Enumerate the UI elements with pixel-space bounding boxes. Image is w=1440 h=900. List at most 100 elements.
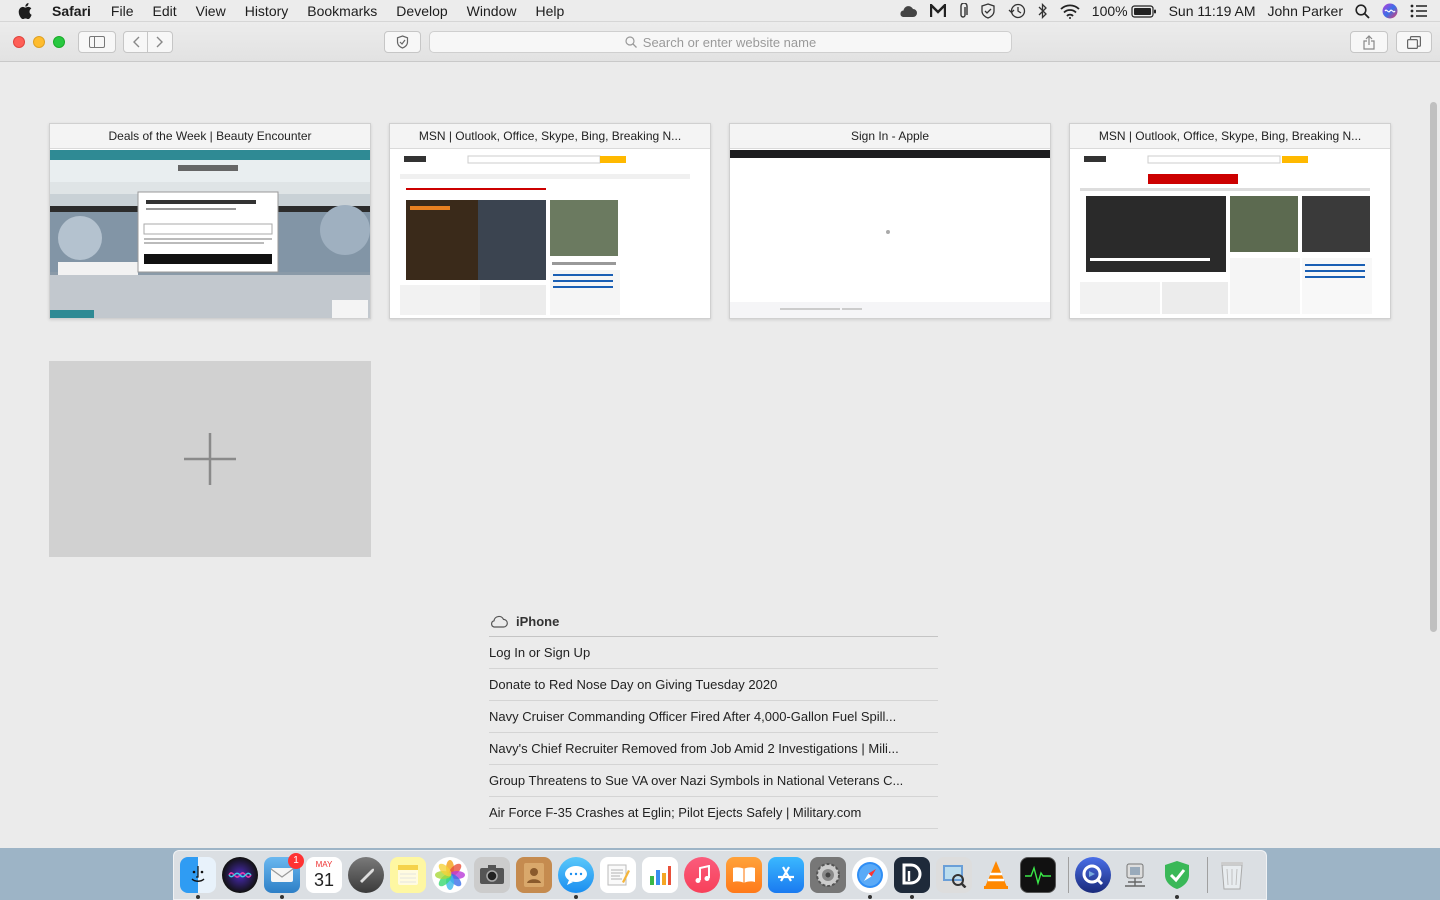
menu-clock[interactable]: Sun 11:19 AM	[1169, 3, 1256, 19]
tab-preview-image	[730, 150, 1050, 318]
chevron-left-icon	[132, 36, 139, 48]
contacts-icon[interactable]	[516, 857, 552, 893]
icloud-tab-link[interactable]: Log In or Sign Up	[489, 637, 938, 669]
icloud-device-header: iPhone	[489, 607, 938, 637]
dashlane-icon[interactable]	[894, 857, 930, 899]
calendar-day: 31	[313, 870, 335, 890]
notes-icon[interactable]	[390, 857, 426, 893]
share-icon	[1363, 34, 1375, 50]
show-all-tabs-button[interactable]	[1396, 31, 1432, 53]
wifi-icon[interactable]	[1060, 4, 1080, 19]
tab-thumbnail-apple-sign-in[interactable]: Sign In - Apple	[729, 123, 1051, 319]
menu-edit[interactable]: Edit	[152, 3, 176, 19]
tab-title: MSN | Outlook, Office, Skype, Bing, Brea…	[1070, 124, 1390, 149]
menu-history[interactable]: History	[245, 3, 289, 19]
menu-bookmarks[interactable]: Bookmarks	[307, 3, 377, 19]
battery-percent: 100%	[1091, 3, 1128, 19]
messages-icon[interactable]	[558, 857, 594, 899]
menu-window[interactable]: Window	[467, 3, 517, 19]
menu-view[interactable]: View	[196, 3, 226, 19]
tab-preview-image	[390, 150, 710, 318]
battery-icon[interactable]	[1130, 4, 1157, 18]
safari-toolbar: Search or enter website name	[0, 22, 1440, 62]
mail-unread-badge: 1	[288, 853, 304, 869]
system-preferences-icon[interactable]	[810, 857, 846, 893]
address-bar-placeholder: Search or enter website name	[642, 34, 817, 50]
paperclip-icon[interactable]	[958, 3, 968, 19]
vlc-icon[interactable]	[978, 857, 1014, 893]
books-icon[interactable]	[726, 857, 762, 893]
notification-center-icon[interactable]	[1410, 4, 1428, 18]
shield-icon	[396, 35, 409, 49]
launchpad-icon[interactable]	[348, 857, 384, 893]
icloud-tab-link[interactable]: Navy's Chief Recruiter Removed from Job …	[489, 733, 938, 765]
icloud-tabs-section: iPhone Log In or Sign Up Donate to Red N…	[489, 607, 938, 829]
apple-menu-icon[interactable]	[18, 2, 38, 19]
address-bar[interactable]: Search or enter website name	[429, 31, 1012, 53]
new-tab-button[interactable]	[49, 361, 371, 557]
quicktime-icon[interactable]	[1075, 857, 1111, 893]
cloud-icon[interactable]	[898, 4, 918, 18]
bluetooth-icon[interactable]	[1038, 3, 1048, 19]
finder-icon[interactable]	[180, 857, 216, 899]
menu-bar: Safari File Edit View History Bookmarks …	[0, 0, 1440, 22]
music-icon[interactable]	[684, 857, 720, 893]
dock-separator	[1068, 857, 1069, 893]
chevron-right-icon	[156, 36, 163, 48]
shield-check-icon[interactable]	[980, 3, 996, 19]
forward-button[interactable]	[148, 31, 173, 53]
textedit-icon[interactable]	[600, 857, 636, 893]
share-button[interactable]	[1350, 31, 1388, 53]
back-button[interactable]	[123, 31, 148, 53]
sidebar-icon	[89, 36, 105, 48]
app-store-icon[interactable]	[768, 857, 804, 893]
menu-develop[interactable]: Develop	[396, 3, 447, 19]
window-minimize-button[interactable]	[33, 36, 45, 48]
dock: 1 MAY 31	[173, 850, 1267, 900]
icloud-tab-link[interactable]: Navy Cruiser Commanding Officer Fired Af…	[489, 701, 938, 733]
safari-icon[interactable]	[852, 857, 888, 899]
screenshot-app-icon[interactable]	[474, 857, 510, 893]
window-close-button[interactable]	[13, 36, 25, 48]
trash-icon[interactable]	[1214, 857, 1250, 893]
scrollbar[interactable]	[1428, 102, 1438, 632]
plus-icon	[184, 433, 236, 485]
tab-title: Sign In - Apple	[730, 124, 1050, 149]
numbers-icon[interactable]	[642, 857, 678, 893]
adguard-icon[interactable]	[1159, 857, 1195, 899]
icloud-tab-link[interactable]: Donate to Red Nose Day on Giving Tuesday…	[489, 669, 938, 701]
search-icon	[625, 36, 637, 48]
activity-monitor-icon[interactable]	[1020, 857, 1056, 893]
siri-icon[interactable]	[222, 857, 258, 893]
menu-help[interactable]: Help	[535, 3, 564, 19]
privacy-report-button[interactable]	[384, 31, 421, 53]
mail-app-icon[interactable]: 1	[264, 853, 304, 899]
menu-status-area: 100% Sun 11:19 AM John Parker	[898, 0, 1440, 22]
scrollbar-thumb[interactable]	[1430, 102, 1437, 632]
window-zoom-button[interactable]	[53, 36, 65, 48]
photos-icon[interactable]	[432, 857, 468, 893]
sidebar-toggle-button[interactable]	[78, 31, 116, 53]
tab-thumbnail-msn-1[interactable]: MSN | Outlook, Office, Skype, Bing, Brea…	[389, 123, 711, 319]
icloud-tab-link[interactable]: Air Force F-35 Crashes at Eglin; Pilot E…	[489, 797, 938, 829]
tab-title: Deals of the Week | Beauty Encounter	[50, 124, 370, 149]
menu-app-safari[interactable]: Safari	[52, 3, 91, 19]
preview-icon[interactable]	[936, 857, 972, 893]
calendar-month: MAY	[315, 860, 333, 869]
calendar-icon[interactable]: MAY 31	[306, 857, 342, 893]
icloud-device-name: iPhone	[516, 614, 560, 629]
safari-window: Search or enter website name Deals of th…	[0, 22, 1440, 848]
menu-file[interactable]: File	[111, 3, 134, 19]
icloud-icon	[491, 615, 508, 628]
menu-user-name[interactable]: John Parker	[1268, 3, 1343, 19]
m-app-icon[interactable]	[929, 4, 946, 18]
icloud-tab-link[interactable]: Group Threatens to Sue VA over Nazi Symb…	[489, 765, 938, 797]
tab-thumbnail-beauty-encounter[interactable]: Deals of the Week | Beauty Encounter	[49, 123, 371, 319]
tabs-overview-icon	[1407, 35, 1421, 49]
spotlight-search-icon[interactable]	[1355, 3, 1370, 19]
tab-thumbnail-msn-2[interactable]: MSN | Outlook, Office, Skype, Bing, Brea…	[1069, 123, 1391, 319]
tab-overview: Deals of the Week | Beauty Encounter MSN…	[0, 62, 1440, 848]
siri-icon[interactable]	[1382, 3, 1398, 19]
time-machine-icon[interactable]	[1008, 3, 1026, 19]
network-utility-icon[interactable]	[1117, 857, 1153, 893]
